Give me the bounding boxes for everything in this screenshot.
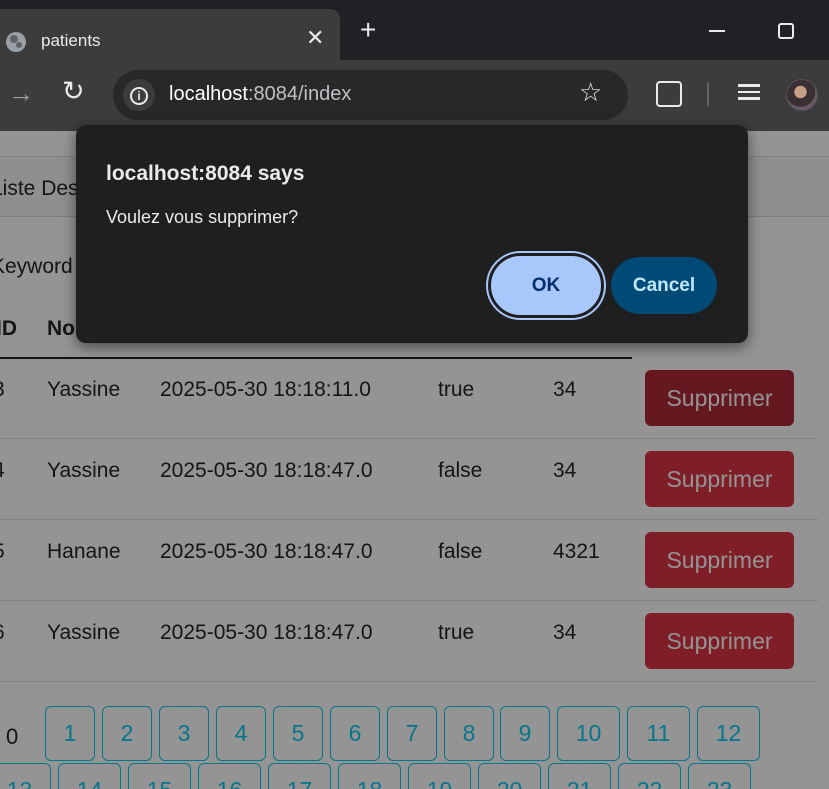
url-text[interactable]: localhost:8084/index [169, 83, 351, 106]
maximize-window-icon[interactable] [778, 23, 794, 39]
toolbar-separator [707, 82, 709, 106]
site-info-icon[interactable]: i [123, 79, 155, 111]
minimize-window-icon[interactable] [709, 30, 725, 32]
dialog-message: Voulez vous supprimer? [106, 207, 299, 227]
browser-tab-strip: patients ✕ + [0, 0, 829, 60]
reload-icon[interactable]: ↻ [62, 78, 85, 105]
url-host: localhost [169, 83, 248, 105]
new-tab-icon[interactable]: + [360, 16, 376, 44]
cancel-button[interactable]: Cancel [611, 257, 717, 314]
bookmark-star-icon[interactable]: ☆ [579, 79, 602, 105]
media-controls-icon[interactable] [738, 84, 760, 100]
confirm-dialog: localhost:8084 says Voulez vous supprime… [76, 125, 748, 343]
address-bar[interactable]: i localhost:8084/index ☆ [113, 70, 628, 120]
close-tab-icon[interactable]: ✕ [306, 27, 324, 49]
url-path: :8084/index [247, 83, 352, 105]
browser-toolbar: → ↻ i localhost:8084/index ☆ [0, 60, 829, 131]
globe-icon [6, 32, 26, 52]
profile-avatar[interactable] [786, 79, 818, 111]
browser-tab[interactable]: patients ✕ [0, 9, 340, 60]
extensions-icon[interactable] [656, 81, 682, 107]
forward-icon[interactable]: → [8, 80, 34, 106]
ok-button[interactable]: OK [488, 253, 604, 318]
tab-title: patients [41, 31, 101, 50]
dialog-title: localhost:8084 says [106, 162, 305, 185]
